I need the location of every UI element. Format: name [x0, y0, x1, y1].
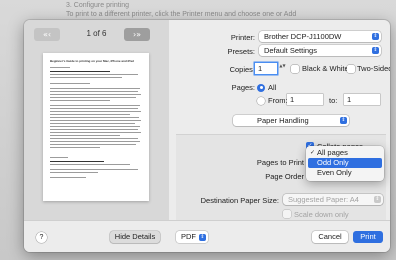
print-dialog: «‹ 1 of 6 ›» Beginner's Guide to printin… — [24, 20, 390, 252]
copies-field[interactable]: 1 — [255, 63, 277, 74]
thumbnail-line — [50, 169, 138, 171]
section-value: Paper Handling — [257, 116, 309, 125]
preview-pane: «‹ 1 of 6 ›» Beginner's Guide to printin… — [24, 20, 169, 220]
thumbnail-line — [50, 91, 138, 93]
thumbnail-line — [50, 97, 136, 99]
destination-paper-label: Destination Paper Size: — [200, 196, 279, 205]
destination-paper-popup[interactable]: Suggested Paper: A4 ⇕ — [283, 194, 383, 205]
thumbnail-line — [50, 157, 68, 159]
thumbnail-line — [50, 144, 136, 146]
menu-item-odd-only[interactable]: Odd Only — [308, 158, 382, 168]
thumbnail-line — [50, 88, 140, 90]
next-last-page-button[interactable]: ›» — [124, 28, 150, 41]
section-popup[interactable]: Paper Handling ⇕ — [233, 115, 349, 126]
menu-item-even-only[interactable]: Even Only — [308, 168, 382, 178]
page-order-label: Page Order — [265, 172, 304, 181]
destination-paper-value: Suggested Paper: A4 — [288, 195, 359, 204]
thumbnail-line — [50, 74, 138, 76]
thumbnail-line — [50, 132, 141, 134]
thumbnail-line — [50, 71, 110, 73]
pages-to-label: to: — [329, 96, 338, 105]
black-white-label: Black & White — [302, 64, 349, 73]
pages-to-print-label: Pages to Print — [256, 158, 304, 167]
menu-item-label: Odd Only — [317, 158, 349, 167]
to-field[interactable]: 1 — [344, 94, 380, 105]
thumbnail-line — [50, 67, 70, 69]
thumbnail-line — [50, 172, 98, 174]
scale-down-label: Scale down only — [294, 210, 349, 219]
thumbnail-line — [50, 177, 86, 179]
thumbnail-line — [50, 77, 122, 79]
thumbnail-title: Beginner's Guide to printing on your Mac… — [50, 59, 134, 63]
thumbnail-line — [50, 114, 130, 116]
thumbnail-line — [50, 117, 139, 119]
thumbnail-line — [50, 108, 138, 110]
stepper-icon: ▲▼ — [279, 63, 286, 68]
pages-label: Pages: — [231, 83, 255, 92]
settings-pane: Printer: Brother DCP-J1100DW ⇕ Presets: … — [169, 20, 390, 220]
black-white-checkbox[interactable] — [291, 64, 299, 73]
pdf-label: PDF — [181, 232, 196, 241]
thumbnail-line — [50, 105, 140, 107]
pages-to-print-menu: ✓ All pages Odd Only Even Only — [306, 146, 384, 181]
thumbnail-line — [50, 94, 141, 96]
from-field[interactable]: 1 — [287, 94, 323, 105]
thumbnail-line — [50, 126, 140, 128]
background-text: To print to a different printer, click t… — [66, 11, 297, 18]
thumbnail-line — [50, 100, 110, 102]
pages-all-radio[interactable] — [257, 83, 265, 92]
thumbnail-line — [50, 83, 90, 85]
thumbnail-line — [50, 120, 141, 122]
pages-from-label: From: — [268, 96, 288, 105]
thumbnail-line — [50, 141, 140, 143]
thumbnail-line — [50, 147, 100, 149]
thumbnail-line — [50, 161, 104, 163]
menu-item-all-pages[interactable]: ✓ All pages — [308, 148, 382, 158]
popup-arrow-icon: ⇕ — [199, 233, 206, 241]
background-heading: 3. Configure printing — [66, 2, 130, 9]
page-navigation: «‹ 1 of 6 ›» — [34, 28, 159, 42]
popup-arrow-icon: ⇕ — [372, 33, 379, 40]
copies-stepper[interactable]: ▲▼ — [279, 63, 286, 74]
pages-all-label: All — [268, 83, 277, 92]
dialog-footer: ? Hide Details PDF ⇕ Cancel Print — [24, 220, 390, 252]
printer-label: Printer: — [230, 33, 255, 42]
cancel-button[interactable]: Cancel — [312, 231, 348, 243]
menu-item-label: Even Only — [317, 168, 352, 177]
thumbnail-line — [50, 164, 130, 166]
thumbnail-line — [50, 111, 141, 113]
thumbnail-line — [50, 135, 120, 137]
hide-details-button[interactable]: Hide Details — [110, 231, 160, 243]
presets-value: Default Settings — [264, 46, 317, 55]
printer-value: Brother DCP-J1100DW — [264, 32, 342, 41]
pdf-button[interactable]: PDF ⇕ — [176, 231, 208, 243]
menu-item-label: All pages — [317, 148, 348, 157]
last-page-icon: » — [136, 30, 142, 39]
page-thumbnail: Beginner's Guide to printing on your Mac… — [43, 53, 149, 201]
checkmark-icon: ✓ — [310, 149, 316, 156]
thumbnail-line — [50, 138, 138, 140]
thumbnail-line — [50, 129, 138, 131]
printer-popup[interactable]: Brother DCP-J1100DW ⇕ — [259, 31, 381, 42]
print-button[interactable]: Print — [353, 231, 383, 243]
copies-label: Copies: — [229, 65, 255, 74]
thumbnail-line — [50, 123, 135, 125]
pages-range-radio[interactable] — [257, 96, 265, 105]
presets-popup[interactable]: Default Settings ⇕ — [259, 45, 381, 56]
popup-arrow-icon: ⇕ — [372, 47, 379, 54]
popup-arrow-icon: ⇕ — [340, 117, 347, 124]
popup-arrow-icon: ⇕ — [374, 196, 381, 203]
two-sided-label: Two-Sided — [357, 64, 390, 73]
presets-label: Presets: — [227, 47, 255, 56]
help-button[interactable]: ? — [36, 232, 47, 243]
scale-down-checkbox[interactable] — [283, 210, 291, 218]
two-sided-checkbox[interactable] — [347, 64, 355, 73]
